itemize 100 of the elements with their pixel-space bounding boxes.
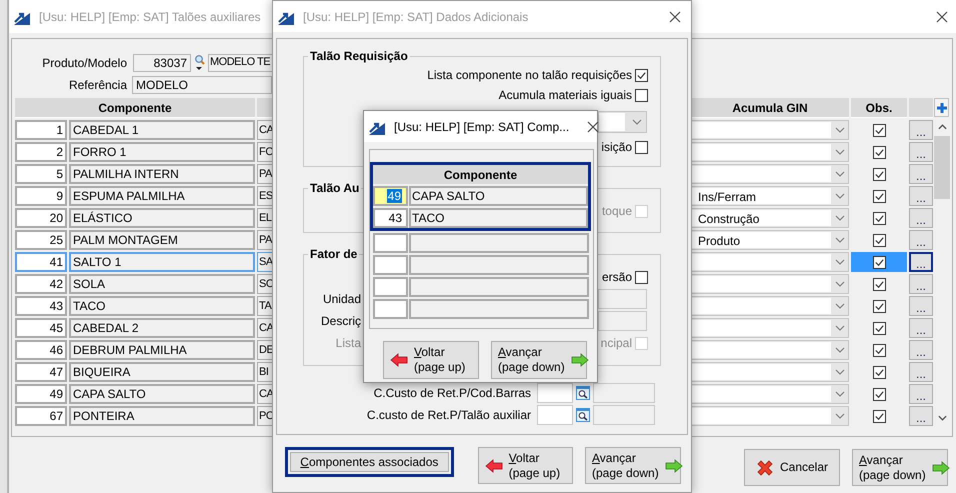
column-header	[909, 98, 933, 118]
more-button[interactable]: ...	[909, 164, 933, 184]
table-cell: PALMILHA INTERN	[69, 164, 255, 184]
more-button[interactable]: ...	[909, 208, 933, 228]
more-button[interactable]: ...	[909, 142, 933, 162]
group-title: Talão Au	[309, 181, 360, 195]
input-field[interactable]: MODELO TE	[208, 54, 274, 72]
table-cell	[373, 277, 408, 297]
close-icon[interactable]	[587, 120, 600, 132]
arrow-left-icon	[484, 458, 503, 472]
more-button[interactable]: ...	[909, 120, 933, 140]
table-cell	[373, 299, 408, 319]
checkbox[interactable]	[635, 270, 648, 284]
chevron-down-icon	[834, 347, 844, 353]
checkbox[interactable]	[872, 278, 886, 290]
chevron-down-icon	[834, 193, 844, 199]
chevron-down-icon	[834, 149, 844, 155]
input-field[interactable]	[537, 405, 573, 425]
more-button[interactable]: ...	[909, 230, 933, 250]
table-cell: ELÁSTICO	[69, 208, 255, 228]
table-cell: 49	[373, 186, 408, 206]
table-cell: 25	[15, 230, 67, 250]
more-button[interactable]: ...	[909, 274, 933, 294]
more-button[interactable]: ...	[909, 186, 933, 206]
input-field[interactable]	[598, 311, 647, 331]
more-button[interactable]: ...	[909, 406, 933, 426]
checkbox[interactable]	[872, 212, 886, 224]
cancel-button[interactable]: Cancelar	[744, 449, 840, 486]
checkbox[interactable]	[872, 256, 886, 268]
action-button[interactable]: Componentes associados	[285, 447, 454, 477]
table-cell: 49	[15, 384, 67, 404]
checkbox[interactable]	[872, 146, 886, 158]
more-button[interactable]: ...	[909, 384, 933, 404]
add-button[interactable]	[934, 98, 949, 117]
checkbox[interactable]	[635, 88, 648, 102]
input-field[interactable]	[598, 289, 647, 309]
checkbox[interactable]	[872, 300, 886, 312]
table-cell: 42	[15, 274, 67, 294]
more-button[interactable]: ...	[909, 296, 933, 316]
chevron-up-icon	[938, 124, 946, 130]
checkbox-label: Acumula materiais iguais	[498, 88, 632, 102]
more-button[interactable]: ...	[909, 362, 933, 382]
field-label: Referência	[68, 78, 127, 92]
more-button[interactable]: ...	[909, 252, 933, 272]
checkbox[interactable]	[872, 124, 886, 136]
table-cell: 20	[15, 208, 67, 228]
input-field[interactable]: MODELO	[132, 76, 272, 94]
column-header: Componente	[15, 98, 255, 118]
arrow-right-icon	[570, 353, 589, 367]
search-icon[interactable]	[576, 386, 590, 400]
input-field	[593, 405, 655, 425]
table-cell: CAPA SALTO	[409, 186, 588, 206]
next-button[interactable]: Avançar (page down)	[585, 447, 681, 484]
table-cell	[373, 233, 408, 253]
checkbox[interactable]	[872, 322, 886, 334]
next-button[interactable]: Avançar (page down)	[491, 341, 587, 379]
chevron-down-icon	[632, 119, 642, 125]
checkbox[interactable]	[872, 388, 886, 400]
checkbox[interactable]	[635, 68, 648, 82]
table-cell: PONTEIRA	[69, 406, 255, 426]
back-button[interactable]: Voltar (page up)	[383, 341, 479, 379]
checkbox[interactable]	[872, 190, 886, 202]
more-button[interactable]: ...	[909, 340, 933, 360]
search-icon[interactable]	[576, 408, 590, 422]
arrow-right-icon	[932, 460, 950, 474]
chevron-down-icon	[834, 281, 844, 287]
scrollbar-thumb[interactable]	[934, 136, 950, 199]
dropdown[interactable]: Construção	[691, 208, 849, 228]
more-button[interactable]: ...	[909, 318, 933, 338]
table-cell: 45	[15, 318, 67, 338]
checkbox-label: isição	[601, 140, 632, 154]
input-field[interactable]: 83037	[133, 54, 191, 72]
dropdown[interactable]: Produto	[691, 230, 849, 250]
back-button[interactable]: Voltar (page up)	[478, 447, 573, 484]
checkbox[interactable]	[872, 234, 886, 246]
group-title: Fator de	[309, 247, 358, 261]
dropdown[interactable]: Ins/Ferram	[691, 186, 849, 206]
checkbox[interactable]	[635, 140, 648, 154]
table-cell: 67	[15, 406, 67, 426]
arrow-left-icon	[390, 353, 408, 367]
close-icon[interactable]	[936, 10, 948, 22]
next-button[interactable]: Avançar (page down)	[852, 449, 948, 486]
table-cell: FORRO 1	[69, 142, 255, 162]
input-field[interactable]	[537, 383, 573, 403]
table-cell: 1	[15, 120, 67, 140]
column-header: Acumula GIN	[691, 98, 849, 118]
checkbox[interactable]	[872, 168, 886, 180]
window-title: [Usu: HELP] [Emp: SAT] Dados Adicionais	[303, 10, 528, 24]
checkbox[interactable]	[872, 410, 886, 422]
chevron-down-icon	[834, 303, 844, 309]
plus-icon	[936, 102, 946, 112]
chevron-down-icon	[834, 413, 844, 419]
table-cell: 43	[15, 296, 67, 316]
close-icon[interactable]	[669, 10, 681, 22]
chevron-down-icon	[834, 259, 844, 265]
checkbox[interactable]	[872, 344, 886, 356]
table-cell: 46	[15, 340, 67, 360]
search-icon[interactable]	[194, 54, 205, 72]
checkbox[interactable]	[872, 366, 886, 378]
table-cell: 43	[373, 208, 408, 228]
